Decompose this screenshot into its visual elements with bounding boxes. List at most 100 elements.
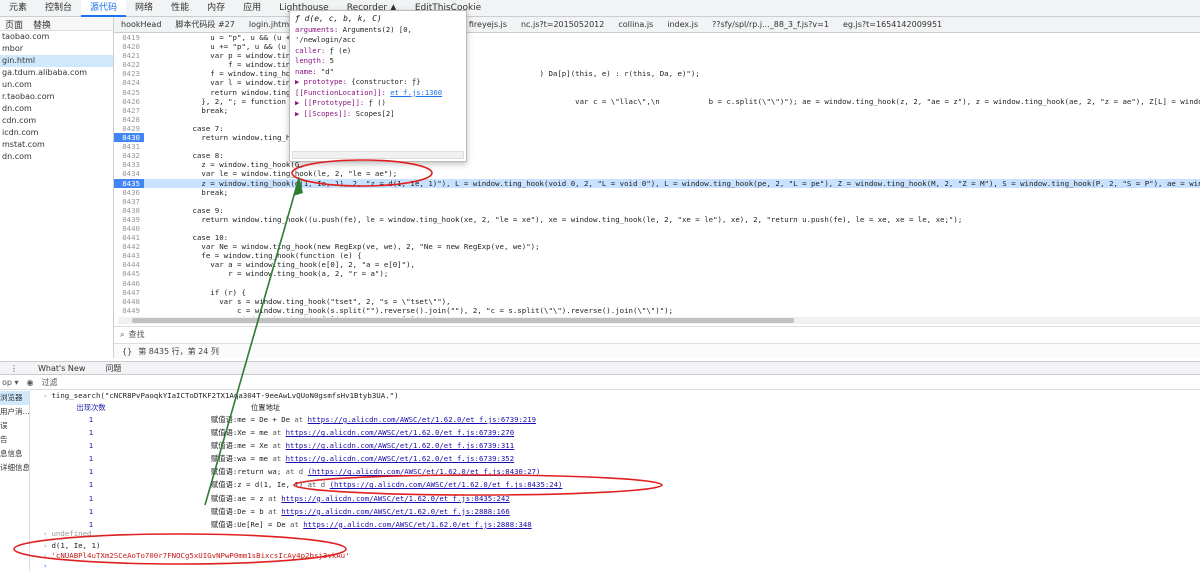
file-tab[interactable]: nc.js?t=2015052012 (514, 17, 611, 32)
tab-whats-new[interactable]: What's New (28, 364, 95, 373)
source-link[interactable]: https://g.alicdn.com/AWSC/et/1.62.0/et_f… (303, 520, 531, 529)
file-tab[interactable]: fireyejs.js (462, 17, 514, 32)
top-tab[interactable]: 元素 (0, 0, 36, 17)
row-location: 赋值语:ae = z at https://g.alicdn.com/AWSC/… (151, 492, 671, 505)
line-number[interactable]: 8446 (114, 279, 144, 288)
line-number[interactable]: 8420 (114, 42, 144, 51)
top-tab[interactable]: 应用 (234, 0, 270, 17)
navigator-file-item[interactable]: dn.com (0, 103, 113, 115)
console-prompt[interactable]: › (31, 561, 47, 571)
line-number[interactable]: 8426 (114, 97, 144, 106)
scrollbar-thumb[interactable] (132, 318, 794, 323)
line-number[interactable]: 8445 (114, 269, 144, 278)
console-sidebar-item[interactable]: 告 (0, 433, 29, 447)
source-link[interactable]: https://g.alicdn.com/AWSC/et/1.62.0/et_f… (286, 454, 514, 463)
file-tab[interactable]: hookHead (114, 17, 168, 32)
console-filter-input[interactable]: 过滤 (42, 377, 58, 388)
line-number[interactable]: 8425 (114, 88, 144, 97)
file-tab[interactable]: collina.js (611, 17, 660, 32)
source-link[interactable]: (https://g.alicdn.com/AWSC/et/1.62.0/et_… (330, 480, 563, 489)
top-tab[interactable]: 性能 (162, 0, 198, 17)
source-link[interactable]: https://g.alicdn.com/AWSC/et/1.62.0/et_f… (281, 507, 509, 516)
source-link[interactable]: https://g.alicdn.com/AWSC/et/1.62.0/et_f… (308, 415, 536, 424)
line-number[interactable]: 8419 (114, 33, 144, 42)
line-number[interactable]: 8422 (114, 60, 144, 69)
line-number[interactable]: 8428 (114, 115, 144, 124)
line-number[interactable]: 8437 (114, 197, 144, 206)
line-number[interactable]: 8449 (114, 306, 144, 315)
line-number[interactable]: 8431 (114, 142, 144, 151)
console-output[interactable]: › ting_search("cNCR8PvPaoqkYIaICToDTKF2TX… (31, 391, 1200, 571)
line-number[interactable]: 8448 (114, 297, 144, 306)
row-at: at (272, 428, 282, 438)
console-sidebar-item[interactable]: 息信息 (0, 447, 29, 461)
editor-horizontal-scrollbar[interactable] (118, 317, 1200, 324)
source-link[interactable]: (https://g.alicdn.com/AWSC/et/1.62.0/et_… (308, 467, 541, 476)
console-sidebar-item[interactable]: 误 (0, 419, 29, 433)
eye-icon[interactable]: ◉ (27, 378, 34, 387)
editor-search-bar[interactable]: ⌕ 查找 (114, 326, 1200, 342)
source-link[interactable]: https://g.alicdn.com/AWSC/et/1.62.0/et_f… (286, 441, 514, 450)
line-number[interactable]: 8434 (114, 169, 144, 178)
line-number[interactable]: 8442 (114, 242, 144, 251)
code-editor[interactable]: 8419 u = "p", u && (u += " 8420 u += "p",… (114, 33, 1200, 317)
navigator-file-item[interactable]: gin.html (0, 55, 113, 67)
popover-scrollbar[interactable] (292, 151, 464, 159)
line-number[interactable]: 8439 (114, 215, 144, 224)
top-tab[interactable]: 内存 (198, 0, 234, 17)
code-text: r = window.ting_hook(a, 2, "r = a"); (148, 269, 389, 279)
format-icon[interactable]: {} (122, 347, 132, 356)
navigator-file-item[interactable]: cdn.com (0, 115, 113, 127)
console-sidebar-item[interactable]: 浏览器 (0, 391, 29, 405)
console-sidebar-item[interactable]: 用户消... (0, 405, 29, 419)
property-value[interactable]: et_f.js:1360 (390, 88, 442, 97)
file-tab[interactable]: ??sfy/spl/rp.j..._88_3_f.js?v=1 (705, 17, 836, 32)
navigator-file-item[interactable]: un.com (0, 79, 113, 91)
top-tab[interactable]: 网络 (126, 0, 162, 17)
function-hover-popover[interactable]: ƒ d(e, c, b, k, C) arguments: Arguments(… (289, 10, 467, 162)
line-number[interactable]: 8441 (114, 233, 144, 242)
line-number[interactable]: 8444 (114, 260, 144, 269)
line-number[interactable]: 8430 (114, 133, 144, 143)
line-number[interactable]: 8423 (114, 69, 144, 78)
top-tab[interactable]: 源代码 (81, 0, 127, 17)
line-number[interactable]: 8447 (114, 288, 144, 297)
row-location: 赋值语:me = Xe at https://g.alicdn.com/AWSC… (151, 439, 671, 452)
console-sidebar-item[interactable]: 详细信息 (0, 461, 29, 475)
line-number[interactable]: 8433 (114, 160, 144, 169)
tab-issues[interactable]: 问题 (95, 363, 131, 374)
file-tab[interactable]: 脚本代码段 #27 (168, 17, 241, 32)
navigator-file-item[interactable]: taobao.com (0, 31, 113, 43)
line-number[interactable]: 8435 (114, 178, 144, 188)
context-selector[interactable]: op ▾ (2, 378, 19, 387)
line-number[interactable]: 8438 (114, 206, 144, 215)
navigator-file-item[interactable]: mstat.com (0, 139, 113, 151)
source-link[interactable]: https://g.alicdn.com/AWSC/et/1.62.0/et_f… (286, 428, 514, 437)
top-tab[interactable]: 控制台 (36, 0, 81, 17)
navigator-file-item[interactable]: mbor (0, 43, 113, 55)
code-text: u += "p", u && (u += " (148, 42, 309, 52)
line-number[interactable]: 8436 (114, 188, 144, 197)
navigator-file-item[interactable]: dn.com (0, 151, 113, 163)
navigator-tab[interactable]: 页面 (0, 17, 28, 31)
line-number[interactable]: 8440 (114, 224, 144, 233)
navigator-file-item[interactable]: r.taobao.com (0, 91, 113, 103)
line-number[interactable]: 8429 (114, 124, 144, 133)
property-key: name: (295, 66, 317, 76)
line-number[interactable]: 8424 (114, 78, 144, 87)
console-sidebar: 浏览器 用户消... 误告息信息 详细信息 (0, 391, 30, 571)
navigator-tab[interactable]: 替换 (28, 17, 56, 31)
row-location: 赋值语:return wa; at d (https://g.alicdn.co… (151, 465, 671, 478)
navigator-file-item[interactable]: icdn.com (0, 127, 113, 139)
search-input[interactable]: 查找 (128, 329, 144, 340)
file-tab[interactable]: index.js (660, 17, 705, 32)
navigator-file-list: taobao.com mbor gin.html ga.tdum.alibaba.co… (0, 31, 113, 163)
line-number[interactable]: 8421 (114, 51, 144, 60)
source-link[interactable]: https://g.alicdn.com/AWSC/et/1.62.0/et_f… (281, 494, 509, 503)
line-number[interactable]: 8432 (114, 151, 144, 160)
navigator-file-item[interactable]: ga.tdum.alibaba.com (0, 67, 113, 79)
line-number[interactable]: 8427 (114, 106, 144, 115)
file-tab[interactable]: eg.js?t=1654142009951 (836, 17, 949, 32)
drawer-menu-icon[interactable]: ⋮ (0, 364, 28, 373)
line-number[interactable]: 8443 (114, 251, 144, 260)
